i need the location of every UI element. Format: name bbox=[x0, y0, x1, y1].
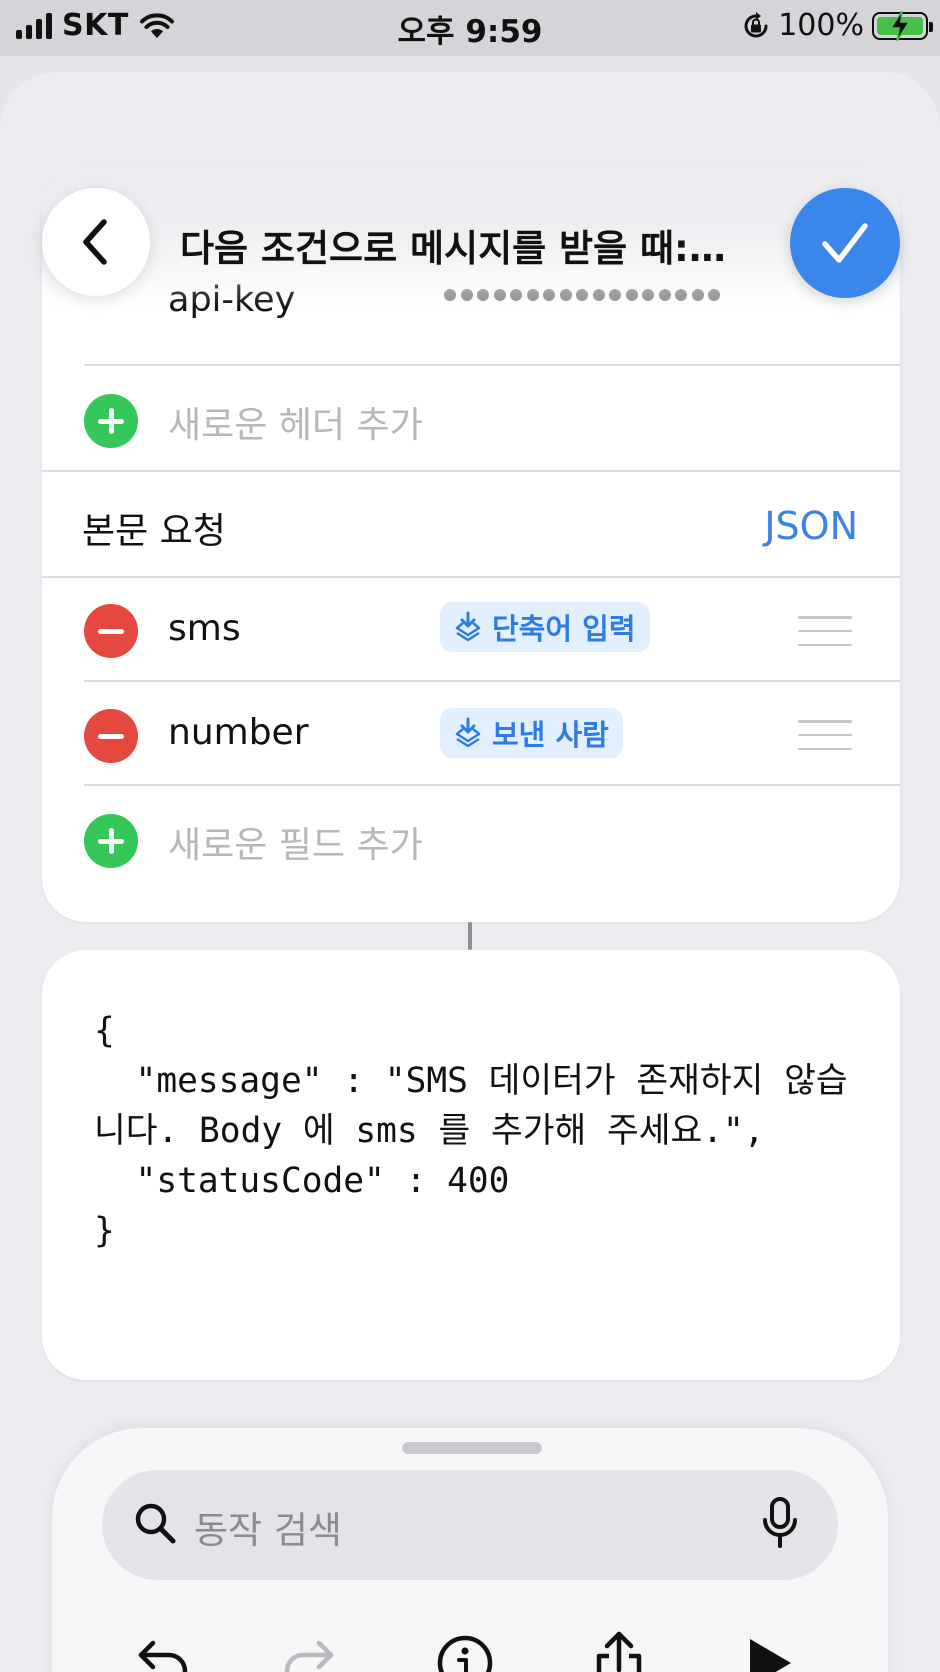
editor-toolbar bbox=[52, 1618, 888, 1672]
info-button[interactable] bbox=[420, 1618, 510, 1672]
microphone-icon[interactable] bbox=[762, 1496, 798, 1550]
back-button[interactable] bbox=[42, 188, 150, 296]
add-header-label[interactable]: 새로운 헤더 추가 bbox=[168, 396, 423, 448]
actions-panel: 동작 검색 bbox=[52, 1428, 888, 1672]
variable-label: 보낸 사람 bbox=[492, 718, 609, 752]
undo-button[interactable] bbox=[118, 1618, 208, 1672]
share-icon bbox=[596, 1631, 642, 1672]
field-value-variable[interactable]: 단축어 입력 bbox=[440, 602, 650, 652]
header-value-masked[interactable] bbox=[444, 289, 720, 301]
action-title[interactable]: 다음 조건으로 메시지를 받을 때:… bbox=[180, 218, 760, 272]
add-field-label[interactable]: 새로운 필드 추가 bbox=[168, 816, 423, 868]
divider bbox=[84, 784, 900, 786]
editor-sheet: api-key 새로운 헤더 추가 본문 요청 JSON sms 단축어 입력 … bbox=[0, 72, 940, 1672]
play-icon bbox=[750, 1639, 791, 1672]
run-button[interactable] bbox=[724, 1618, 814, 1672]
field-value-variable[interactable]: 보낸 사람 bbox=[440, 708, 623, 758]
request-config-card: api-key 새로운 헤더 추가 본문 요청 JSON sms 단축어 입력 … bbox=[42, 168, 900, 922]
divider bbox=[42, 470, 900, 472]
result-card[interactable]: { "message" : "SMS 데이터가 존재하지 않습니다. Body … bbox=[42, 950, 900, 1380]
result-text: { "message" : "SMS 데이터가 존재하지 않습니다. Body … bbox=[94, 1011, 848, 1251]
checkmark-icon bbox=[822, 223, 868, 263]
share-button[interactable] bbox=[574, 1618, 664, 1672]
panel-grabber[interactable] bbox=[402, 1442, 542, 1454]
variable-label: 단축어 입력 bbox=[492, 612, 636, 646]
reorder-handle-icon[interactable] bbox=[798, 720, 852, 750]
minus-icon bbox=[98, 733, 124, 739]
orientation-lock-icon bbox=[744, 11, 768, 37]
plus-icon bbox=[98, 828, 124, 854]
header-key-field[interactable]: api-key bbox=[168, 280, 295, 320]
battery-percent: 100% bbox=[778, 8, 864, 43]
shortcut-input-icon bbox=[455, 717, 481, 748]
add-field-button[interactable] bbox=[84, 814, 138, 868]
info-icon bbox=[437, 1635, 493, 1672]
battery-charging-icon bbox=[872, 10, 933, 41]
remove-field-button[interactable] bbox=[84, 709, 138, 763]
status-bar: SKT 오후 9:59 100% bbox=[0, 0, 940, 56]
done-button[interactable] bbox=[790, 188, 900, 298]
body-request-label: 본문 요청 bbox=[82, 511, 226, 552]
remove-field-button[interactable] bbox=[84, 604, 138, 658]
action-connector bbox=[468, 922, 472, 950]
body-type-selector[interactable]: JSON bbox=[764, 504, 858, 548]
redo-icon bbox=[284, 1640, 334, 1672]
status-right: 100% bbox=[742, 8, 933, 43]
shortcut-input-icon bbox=[455, 611, 481, 642]
add-header-button[interactable] bbox=[84, 394, 138, 448]
redo-button[interactable] bbox=[264, 1618, 354, 1672]
divider bbox=[84, 364, 900, 366]
chevron-left-icon bbox=[83, 219, 107, 265]
undo-icon bbox=[138, 1640, 188, 1672]
reorder-handle-icon[interactable] bbox=[798, 616, 852, 646]
field-key[interactable]: sms bbox=[168, 608, 241, 649]
minus-icon bbox=[98, 628, 124, 634]
plus-icon bbox=[98, 408, 124, 434]
divider bbox=[42, 576, 900, 578]
field-key[interactable]: number bbox=[168, 712, 309, 753]
search-icon bbox=[135, 1503, 176, 1544]
search-placeholder: 동작 검색 bbox=[194, 1509, 342, 1552]
divider bbox=[84, 680, 900, 682]
action-search-field[interactable]: 동작 검색 bbox=[102, 1470, 838, 1580]
